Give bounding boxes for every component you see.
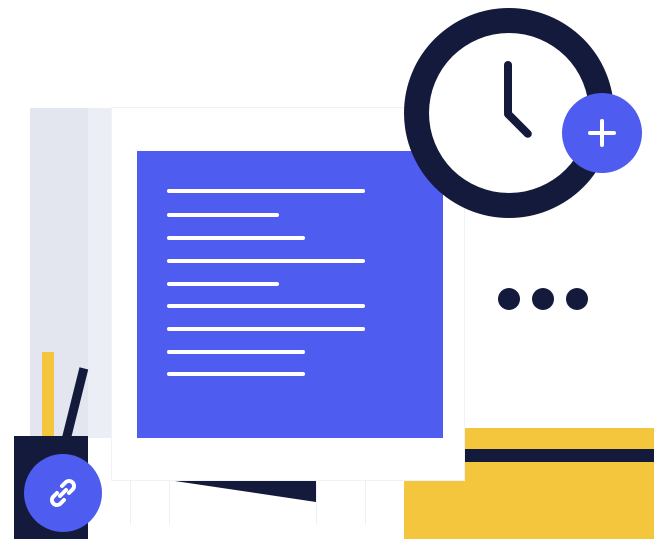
document-text-line — [167, 350, 305, 354]
document-text-line — [167, 327, 365, 331]
document-text-line — [167, 304, 365, 308]
dot — [566, 288, 588, 310]
monitor-stand-right — [316, 480, 366, 525]
more-dots-icon[interactable] — [496, 286, 594, 312]
clock-minute-hand — [502, 108, 534, 140]
document-text-line — [167, 189, 365, 193]
dot — [532, 288, 554, 310]
document-text-line — [167, 213, 279, 217]
dot — [498, 288, 520, 310]
document-screen — [137, 151, 443, 438]
link-button[interactable] — [24, 454, 102, 532]
monitor-stand-left — [130, 480, 170, 525]
document-text-line — [167, 372, 305, 376]
add-button[interactable] — [562, 93, 642, 173]
link-icon — [50, 479, 76, 507]
illustration-scene — [0, 0, 654, 539]
document-text-line — [167, 236, 305, 240]
plus-icon — [588, 119, 616, 147]
clock-face — [429, 33, 589, 193]
document-text-line — [167, 282, 279, 286]
yellow-pencil — [42, 352, 54, 442]
monitor-stand-shadow — [168, 480, 316, 502]
document-text-line — [167, 259, 365, 263]
clock-hour-hand — [504, 61, 512, 116]
